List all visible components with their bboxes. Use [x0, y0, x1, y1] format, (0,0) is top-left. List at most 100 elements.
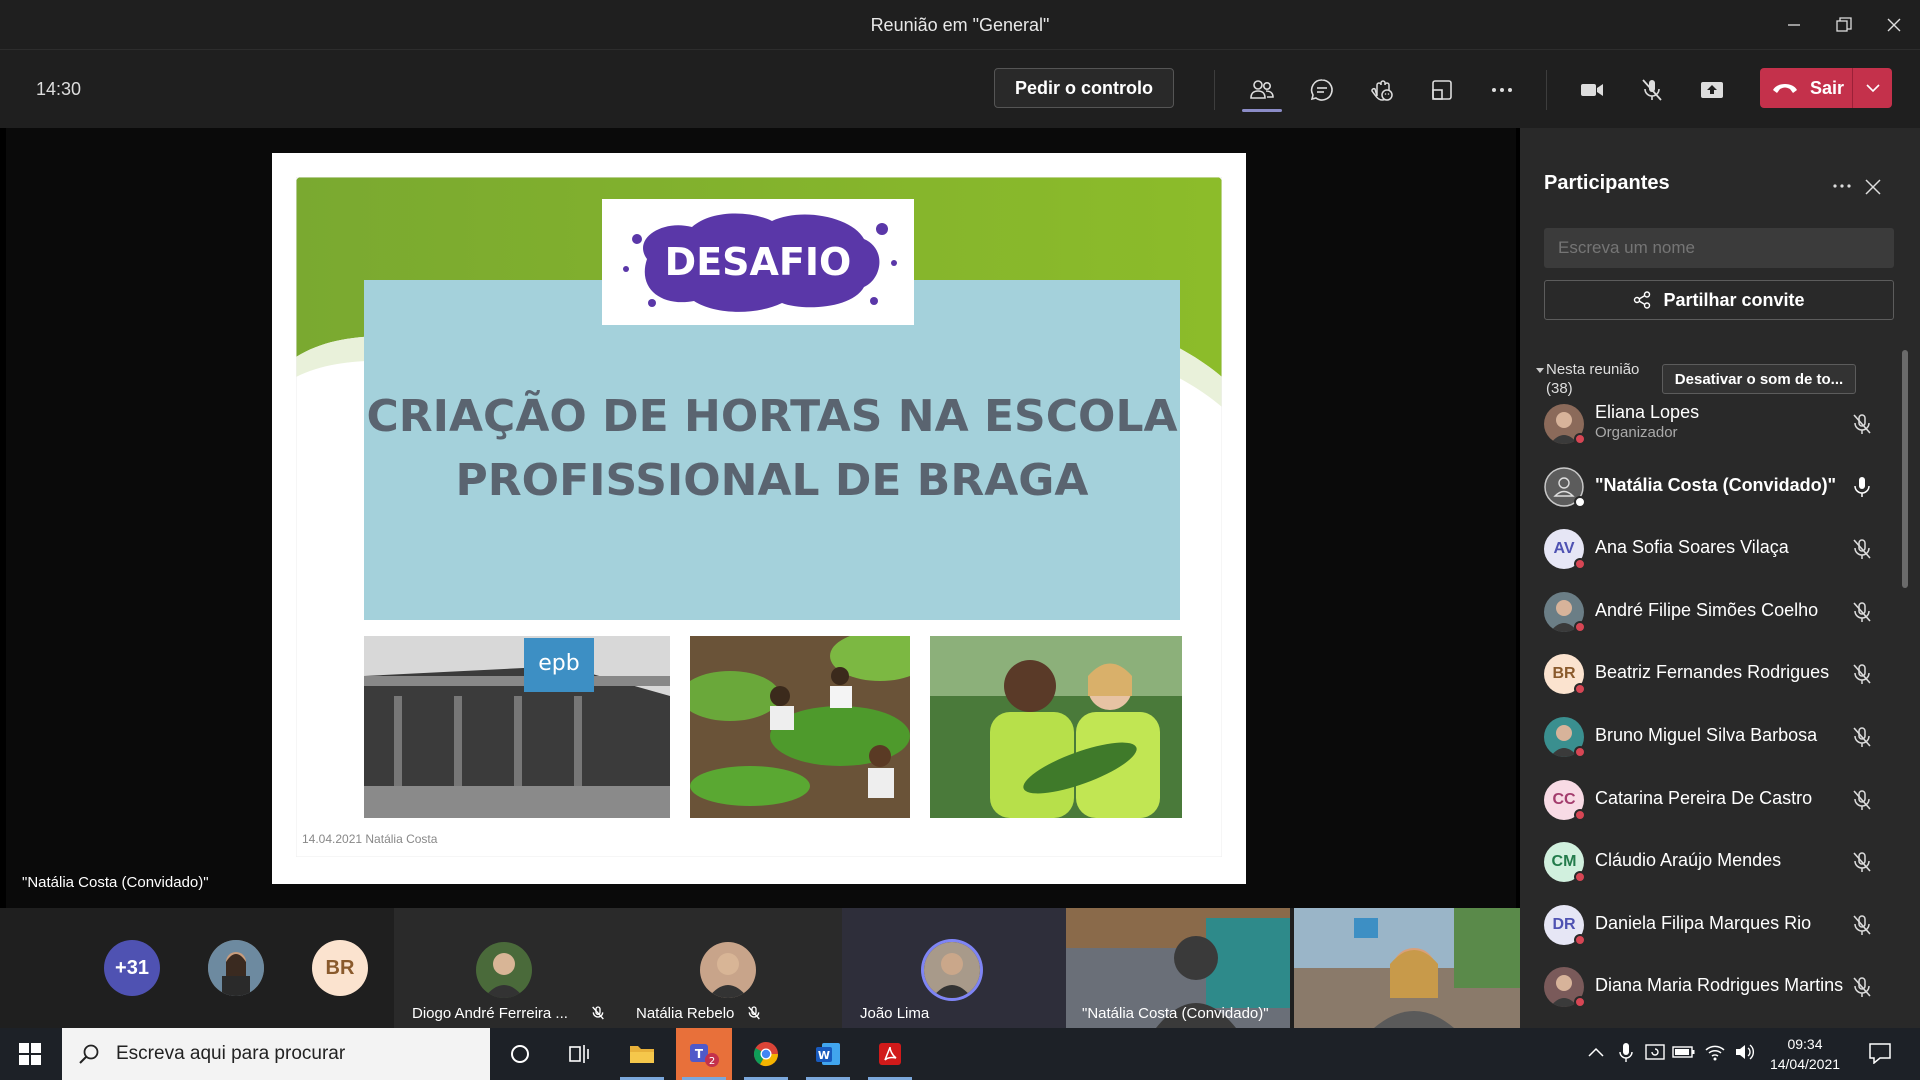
presence-status-icon: [1574, 495, 1586, 508]
microphone-button[interactable]: [1632, 70, 1672, 110]
participant-mic-status[interactable]: [1850, 475, 1874, 499]
participant-mic-status[interactable]: [1850, 725, 1874, 749]
participant-row[interactable]: "Natália Costa (Convidado)": [1520, 459, 1910, 519]
participant-mic-status[interactable]: [1850, 975, 1874, 999]
request-control-button[interactable]: Pedir o controlo: [994, 68, 1174, 108]
participant-row[interactable]: Eliana Lopes Organizador: [1520, 396, 1910, 456]
participant-avatar-br[interactable]: BR: [312, 940, 368, 996]
participant-initials: CM: [1551, 853, 1577, 871]
acrobat-taskbar-button[interactable]: [862, 1028, 918, 1080]
participant-mic-status[interactable]: [1850, 600, 1874, 624]
show-hidden-icons-button[interactable]: [1588, 1044, 1608, 1064]
chevron-down-icon: [1865, 84, 1880, 93]
video-tile[interactable]: Diogo André Ferreira ...: [394, 908, 618, 1028]
presence-status-icon: [1574, 871, 1586, 884]
presence-status-icon: [1574, 933, 1586, 946]
share-invite-button[interactable]: Partilhar convite: [1544, 280, 1894, 320]
desafio-logo: DESAFIO: [602, 199, 914, 325]
video-tile[interactable]: Natália Rebelo: [618, 908, 842, 1028]
chrome-taskbar-button[interactable]: [738, 1028, 794, 1080]
mic-off-icon: [1853, 915, 1871, 935]
participant-row[interactable]: AV Ana Sofia Soares Vilaça: [1520, 521, 1910, 581]
participant-row[interactable]: DR Daniela Filipa Marques Rio: [1520, 897, 1910, 957]
participant-row[interactable]: CM Cláudio Araújo Mendes: [1520, 834, 1910, 894]
paint-splash-icon: DESAFIO: [623, 213, 897, 312]
participant-mic-status[interactable]: [1850, 850, 1874, 874]
participant-search-input[interactable]: [1544, 228, 1894, 268]
participant-row[interactable]: Bruno Miguel Silva Barbosa: [1520, 709, 1910, 769]
video-strip: +31 BR Diogo André Ferreira ... Natália R…: [0, 908, 1520, 1028]
battery-icon: [1672, 1046, 1695, 1058]
overflow-participants-button[interactable]: +31: [104, 940, 160, 996]
participant-mic-status[interactable]: [1850, 662, 1874, 686]
presence-status-icon: [1574, 620, 1586, 633]
participant-mic-status[interactable]: [1850, 537, 1874, 561]
participant-mic-status[interactable]: [1850, 913, 1874, 937]
in-meeting-section-toggle[interactable]: Nesta reunião (38): [1536, 360, 1639, 398]
panel-more-button[interactable]: [1832, 176, 1852, 196]
participant-row[interactable]: CC Catarina Pereira De Castro: [1520, 772, 1910, 832]
more-actions-button[interactable]: [1482, 70, 1522, 110]
taskbar-search-box[interactable]: Escreva aqui para procurar: [62, 1028, 490, 1080]
participant-name: Eliana Lopes: [1595, 402, 1700, 422]
task-view-button[interactable]: [552, 1028, 608, 1080]
reactions-button[interactable]: [1362, 70, 1402, 110]
teams-taskbar-button[interactable]: T2: [676, 1028, 732, 1080]
restore-button[interactable]: [1824, 10, 1864, 40]
mic-off-icon: [1853, 727, 1871, 747]
cortana-button[interactable]: [492, 1028, 548, 1080]
minimize-button[interactable]: [1774, 10, 1814, 40]
caret-down-icon: [1536, 368, 1544, 373]
tile-mic-status: [590, 1005, 606, 1021]
start-button[interactable]: [2, 1028, 58, 1080]
panel-scrollbar[interactable]: [1902, 350, 1908, 588]
close-window-button[interactable]: [1874, 10, 1914, 40]
network-tray-icon[interactable]: [1704, 1042, 1726, 1067]
participant-mic-status[interactable]: [1850, 412, 1874, 436]
participant-avatar-photo[interactable]: [208, 940, 264, 996]
camera-button[interactable]: [1572, 70, 1612, 110]
task-view-icon: [569, 1045, 589, 1063]
participant-avatar: [1544, 591, 1586, 633]
mic-off-icon: [1853, 539, 1871, 560]
leave-button[interactable]: Sair: [1760, 68, 1892, 108]
rooms-button[interactable]: [1422, 70, 1462, 110]
mute-all-button[interactable]: Desativar o som de to...: [1662, 364, 1856, 394]
chrome-icon: [753, 1042, 778, 1067]
word-icon: W: [816, 1043, 840, 1065]
video-tile[interactable]: "Natália Costa (Convidado)": [1066, 908, 1290, 1028]
cortana-icon: [511, 1045, 529, 1063]
video-tile[interactable]: João Lima: [842, 908, 1066, 1028]
windows-logo-icon: [19, 1043, 41, 1065]
chat-button[interactable]: [1302, 70, 1342, 110]
share-screen-button[interactable]: [1692, 70, 1732, 110]
participant-name: Ana Sofia Soares Vilaça: [1595, 537, 1789, 558]
participant-row[interactable]: Diana Maria Rodrigues Martins: [1520, 959, 1910, 1019]
participants-active-indicator: [1242, 109, 1282, 112]
word-taskbar-button[interactable]: W: [800, 1028, 856, 1080]
mic-off-icon: [748, 1006, 760, 1020]
battery-tray-icon[interactable]: [1672, 1044, 1696, 1065]
participant-row[interactable]: BR Beatriz Fernandes Rodrigues: [1520, 646, 1910, 706]
teams-badge-count: 2: [709, 1056, 715, 1067]
participant-mic-status[interactable]: [1850, 788, 1874, 812]
taskbar-clock[interactable]: 09:34 14/04/2021: [1760, 1034, 1850, 1074]
leave-options-dropdown[interactable]: [1852, 68, 1892, 108]
chevron-up-icon: [1588, 1047, 1604, 1057]
participant-initials: CC: [1552, 790, 1576, 808]
notifications-button[interactable]: [1868, 1042, 1892, 1069]
update-tray-icon[interactable]: [1644, 1042, 1666, 1069]
slide-title-line2: PROFISSIONAL DE BRAGA: [455, 455, 1089, 506]
close-panel-button[interactable]: [1864, 178, 1882, 196]
close-icon: [1887, 18, 1901, 32]
participant-name: Diana Maria Rodrigues Martins: [1595, 975, 1844, 996]
video-tile[interactable]: [1294, 908, 1520, 1028]
participant-row[interactable]: André Filipe Simões Coelho: [1520, 584, 1910, 644]
file-explorer-button[interactable]: [614, 1028, 670, 1080]
participants-button[interactable]: [1242, 70, 1282, 110]
volume-tray-icon[interactable]: [1734, 1042, 1756, 1067]
tile-participant-name: João Lima: [860, 1005, 930, 1022]
microphone-tray-icon[interactable]: [1618, 1042, 1634, 1069]
panel-title: Participantes: [1544, 172, 1670, 194]
hang-up-icon: [1773, 84, 1797, 93]
